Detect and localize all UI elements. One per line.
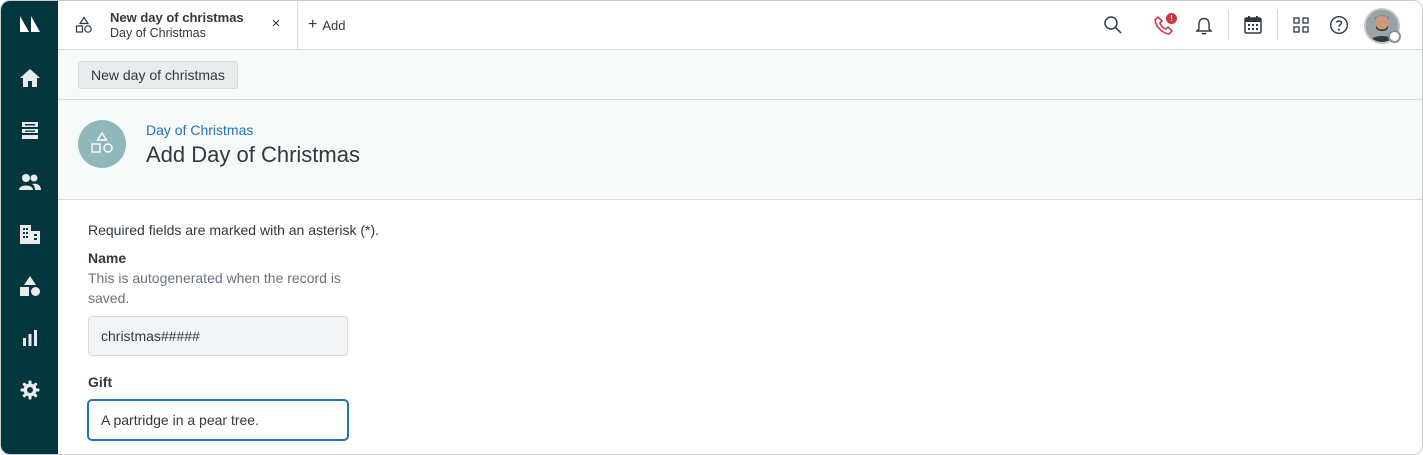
views-icon[interactable]: [1, 110, 58, 150]
record-button[interactable]: New day of christmas: [78, 61, 238, 89]
notification-badge: !: [1165, 12, 1178, 25]
bell-icon[interactable]: [1192, 13, 1216, 37]
phone-icon[interactable]: !: [1152, 12, 1178, 37]
object-avatar: [78, 120, 126, 168]
breadcrumb[interactable]: Day of Christmas: [146, 122, 253, 138]
apps-grid-icon[interactable]: [1289, 13, 1313, 37]
calendar-icon[interactable]: [1241, 13, 1265, 37]
plus-icon: +: [308, 16, 318, 33]
objects-icon[interactable]: [1, 266, 58, 306]
customers-icon[interactable]: [1, 162, 58, 202]
name-field[interactable]: christmas#####: [88, 316, 348, 356]
gift-label: Gift: [88, 374, 113, 390]
organizations-icon[interactable]: [1, 214, 58, 254]
name-label: Name: [88, 250, 127, 266]
status-indicator: [1388, 30, 1401, 43]
page-header: Day of Christmas Add Day of Christmas: [58, 100, 1422, 200]
add-button-label: Add: [322, 17, 346, 33]
shapes-icon: [91, 131, 113, 153]
reporting-icon[interactable]: [1, 318, 58, 358]
shapes-icon: [75, 16, 93, 39]
page-title: Add Day of Christmas: [146, 142, 360, 167]
close-icon[interactable]: ×: [267, 15, 285, 33]
admin-gear-icon[interactable]: [1, 370, 58, 410]
toolbar-divider: [1228, 10, 1229, 40]
search-icon[interactable]: [1101, 13, 1125, 37]
tab-new-day-of-christmas[interactable]: New day of christmas Day of Christmas ×: [58, 1, 298, 49]
tab-subtitle: Day of Christmas: [110, 26, 206, 40]
toolbar-divider: [1277, 10, 1278, 40]
app-window: New day of christmas Day of Christmas × …: [0, 0, 1423, 455]
record-bar: New day of christmas: [58, 50, 1422, 100]
home-icon[interactable]: [1, 58, 58, 98]
top-bar: New day of christmas Day of Christmas × …: [58, 1, 1422, 50]
name-hint: This is autogenerated when the record is…: [88, 270, 341, 306]
gift-field[interactable]: A partridge in a pear tree.: [88, 400, 348, 440]
left-nav: [1, 1, 58, 454]
help-icon[interactable]: [1327, 13, 1351, 37]
record-form: Required fields are marked with an aster…: [88, 200, 1422, 454]
add-tab-button[interactable]: + Add: [308, 15, 345, 35]
required-note: Required fields are marked with an aster…: [88, 222, 380, 238]
tab-title: New day of christmas: [110, 10, 244, 25]
zendesk-logo-icon[interactable]: [1, 4, 58, 44]
